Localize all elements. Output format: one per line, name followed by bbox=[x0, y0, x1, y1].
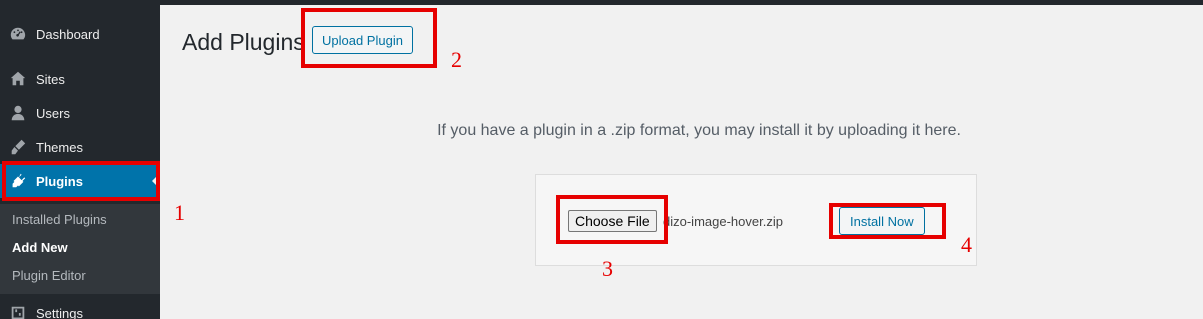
page-title: Add Plugins bbox=[182, 29, 305, 55]
annotation-number-3: 3 bbox=[602, 256, 613, 281]
submenu-installed-plugins[interactable]: Installed Plugins bbox=[12, 212, 107, 227]
submenu-plugin-editor[interactable]: Plugin Editor bbox=[12, 268, 86, 283]
sidebar-item-settings[interactable]: Settings bbox=[0, 296, 160, 319]
annotation-number-1: 1 bbox=[174, 200, 185, 225]
sidebar-item-sites[interactable]: Sites bbox=[0, 62, 160, 96]
sidebar-item-label: Themes bbox=[36, 139, 83, 155]
submenu-add-new[interactable]: Add New bbox=[12, 240, 68, 255]
annotation-number-2: 2 bbox=[451, 47, 462, 72]
sidebar-item-label: Users bbox=[36, 105, 70, 121]
annotation-box-install bbox=[829, 203, 946, 239]
themes-icon bbox=[0, 138, 36, 156]
sites-icon bbox=[0, 70, 36, 88]
annotation-number-4: 4 bbox=[961, 232, 972, 257]
users-icon bbox=[0, 104, 36, 122]
annotation-box-upload bbox=[301, 8, 437, 68]
sidebar-item-label: Dashboard bbox=[36, 26, 100, 42]
annotation-box-choose-file bbox=[556, 195, 668, 244]
sidebar-item-label: Settings bbox=[36, 305, 83, 319]
upload-help-text: If you have a plugin in a .zip format, y… bbox=[437, 122, 961, 139]
sidebar-item-label: Sites bbox=[36, 71, 65, 87]
plugins-submenu: Installed Plugins Add New Plugin Editor bbox=[0, 204, 160, 294]
sidebar-item-dashboard[interactable]: Dashboard bbox=[0, 17, 160, 51]
sidebar-item-users[interactable]: Users bbox=[0, 96, 160, 130]
annotation-box-plugins bbox=[2, 161, 160, 201]
selected-file-name: dizo-image-hover.zip bbox=[663, 214, 783, 229]
settings-icon bbox=[0, 304, 36, 319]
dashboard-icon bbox=[0, 25, 36, 43]
sidebar-item-themes[interactable]: Themes bbox=[0, 130, 160, 164]
